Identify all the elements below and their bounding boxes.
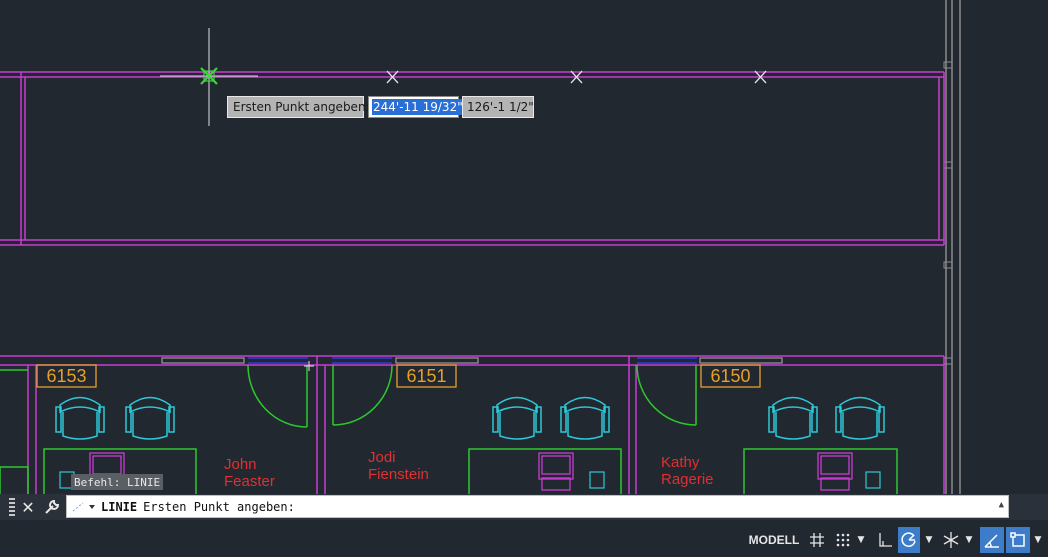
command-bar: ✕ LINIE Ersten Punkt angeben: ▲ (0, 494, 1048, 520)
command-prompt-text: Ersten Punkt angeben: (143, 499, 295, 514)
command-prompt-dropdown-icon[interactable] (67, 501, 101, 513)
occupant-name: Jodi (368, 449, 396, 466)
isometric-icon[interactable] (940, 527, 962, 553)
command-history: Befehl: LINIE (71, 474, 164, 490)
ortho-icon[interactable] (874, 527, 896, 553)
chair (55, 396, 105, 440)
occupant-name: Ragerie (661, 471, 714, 488)
chairs (55, 396, 885, 440)
room-number: 6150 (710, 366, 750, 386)
chair (560, 396, 610, 440)
room-tags: 6153 6151 6150 (36, 364, 761, 388)
annotation-dropdown-icon[interactable]: ▼ (1031, 527, 1045, 553)
dynamic-input-x-value: 244'-11 19/32" (372, 99, 464, 115)
snap-dropdown-icon[interactable]: ▼ (854, 527, 868, 553)
annotation-icon[interactable] (1006, 527, 1030, 553)
dynamic-input-prompt: Ersten Punkt angeben: (227, 96, 370, 118)
room-number: 6151 (406, 366, 446, 386)
dynamic-input-x-field[interactable]: 244'-11 19/32" (368, 96, 464, 118)
status-bar: MODELL ▼ ▼ ▼ ▼ (0, 522, 1048, 557)
occupant-name: Fienstein (368, 466, 429, 483)
grid-icon[interactable] (806, 527, 828, 553)
wrench-icon[interactable] (42, 497, 62, 517)
occupant-name: John (224, 456, 257, 473)
history-up-icon[interactable]: ▲ (999, 500, 1004, 510)
occupant-name: Kathy (661, 454, 700, 471)
snap-icon[interactable] (832, 527, 854, 553)
building-edge (943, 0, 961, 495)
polar-dropdown-icon[interactable]: ▼ (922, 527, 936, 553)
polar-tracking-icon[interactable] (898, 527, 920, 553)
isometric-dropdown-icon[interactable]: ▼ (962, 527, 976, 553)
chair (835, 396, 885, 440)
monitors (89, 452, 853, 491)
dynamic-input-y-value: 126'-1 1/2" (467, 100, 534, 114)
occupant-name: Feaster (224, 473, 275, 490)
grip-handle[interactable] (9, 498, 15, 516)
chair (492, 396, 542, 440)
model-space-button[interactable]: MODELL (746, 527, 802, 553)
command-name: LINIE (101, 499, 138, 514)
command-input[interactable]: LINIE Ersten Punkt angeben: ▲ (66, 495, 1009, 518)
chair (768, 396, 818, 440)
phones (59, 471, 881, 489)
chair (125, 396, 175, 440)
object-snap-tracking-icon[interactable] (980, 527, 1004, 553)
close-icon[interactable]: ✕ (18, 497, 38, 517)
room-number: 6153 (46, 366, 86, 386)
dynamic-input-y-field[interactable]: 126'-1 1/2" (462, 96, 534, 118)
